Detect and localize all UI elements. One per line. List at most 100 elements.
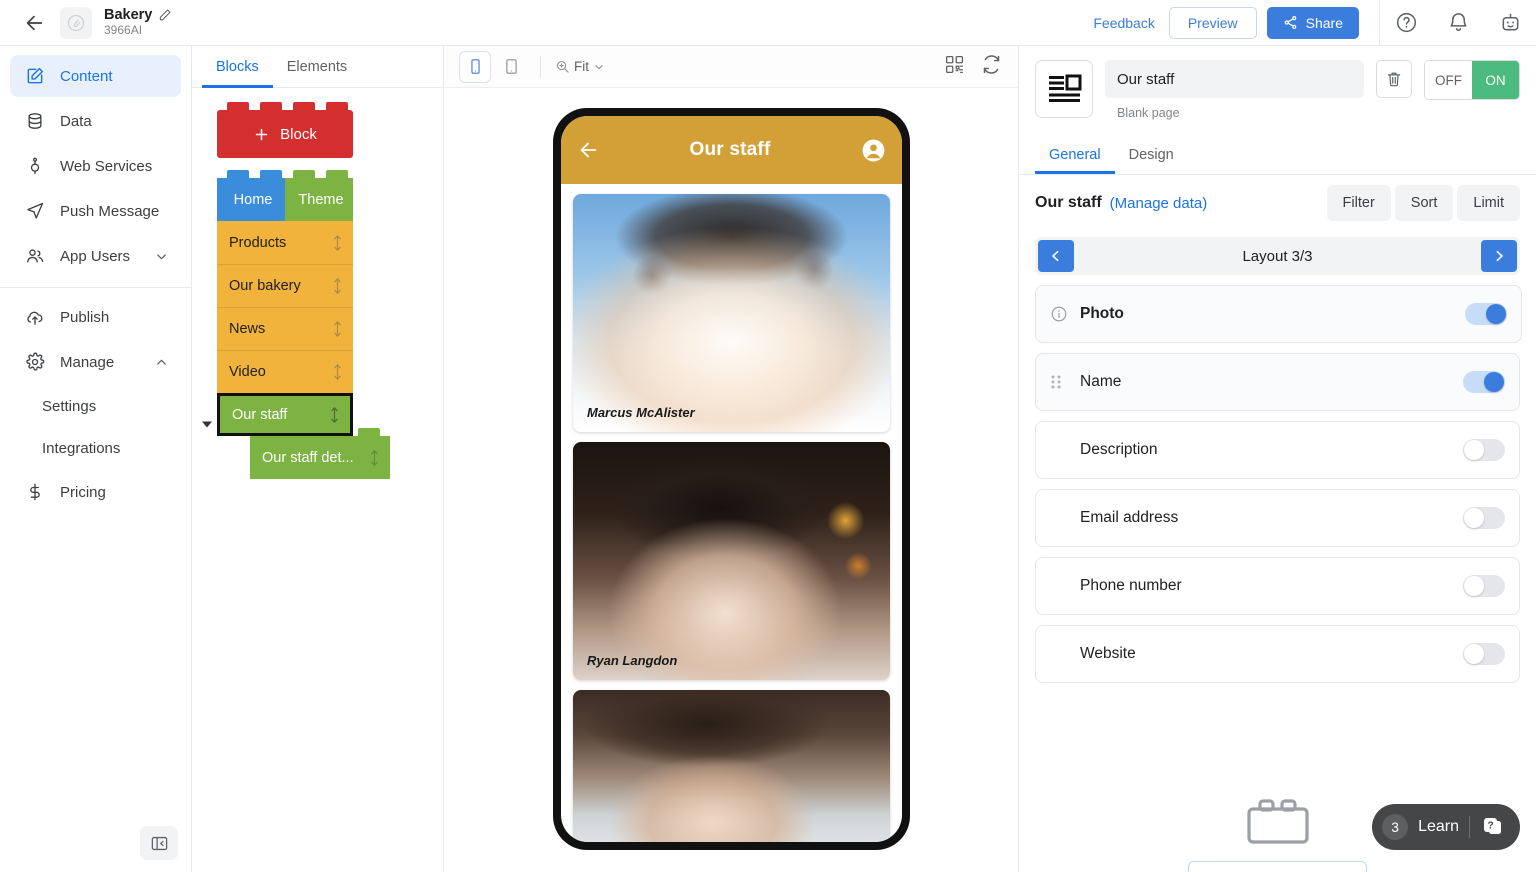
expand-marker-icon[interactable] <box>201 417 213 435</box>
field-toggle-website[interactable] <box>1463 643 1505 665</box>
field-toggle-photo[interactable] <box>1465 303 1507 325</box>
pencil-icon[interactable] <box>158 8 172 22</box>
field-toggle-email-address[interactable] <box>1463 507 1505 529</box>
drag-updown-icon[interactable] <box>329 277 345 295</box>
block-label: Products <box>229 235 329 251</box>
field-row-email-address[interactable]: Email address <box>1035 489 1520 547</box>
sidebar-item-data[interactable]: Data <box>10 100 181 142</box>
block-video[interactable]: Video <box>217 350 353 393</box>
block-news[interactable]: News <box>217 307 353 350</box>
trash-icon <box>1385 70 1403 88</box>
block-our-staff[interactable]: Our staff <box>217 393 353 436</box>
tab-design[interactable]: Design <box>1115 136 1188 174</box>
add-block-label: Block <box>280 126 317 143</box>
block-our-staff-detail[interactable]: Our staff det... <box>250 436 390 479</box>
chevron-down-icon <box>593 61 605 73</box>
qr-code-icon[interactable] <box>944 54 965 80</box>
refresh-icon[interactable] <box>981 54 1002 80</box>
edit-in-elements-mode-button[interactable]: Edit in Elements mode <box>1188 861 1367 872</box>
feedback-link[interactable]: Feedback <box>1079 15 1168 31</box>
layout-label: Layout 3/3 <box>1242 248 1312 265</box>
sidebar-item-manage[interactable]: Manage <box>10 341 181 383</box>
drag-updown-icon[interactable] <box>326 406 342 424</box>
info-icon[interactable] <box>1050 305 1080 323</box>
tablet-portrait-icon[interactable] <box>496 52 526 82</box>
drag-updown-icon[interactable] <box>329 320 345 338</box>
phone-preview-frame: Our staff Marcus McAlister Ryan Lang <box>553 108 910 850</box>
field-row-photo[interactable]: Photo <box>1035 285 1522 343</box>
list-item[interactable] <box>573 690 890 842</box>
layout-prev-button[interactable] <box>1038 240 1074 272</box>
back-arrow-icon[interactable] <box>577 139 599 161</box>
drag-updown-icon[interactable] <box>329 363 345 381</box>
sidebar-item-push-message[interactable]: Push Message <box>10 190 181 232</box>
sidebar-item-integrations[interactable]: Integrations <box>10 428 181 468</box>
page-name-col: Blank page <box>1105 60 1364 120</box>
block-tree: Block Home Theme <box>192 110 443 479</box>
field-toggle-description[interactable] <box>1463 439 1505 461</box>
add-block-button[interactable]: Block <box>217 110 353 158</box>
delete-page-button[interactable] <box>1376 60 1412 98</box>
sidebar-item-label: Web Services <box>60 158 152 175</box>
learn-widget[interactable]: 3 Learn ? <box>1372 804 1520 850</box>
chevron-up-icon[interactable] <box>154 355 169 370</box>
phone-portrait-icon[interactable] <box>460 52 490 82</box>
drag-updown-icon[interactable] <box>329 234 345 252</box>
field-toggle-name[interactable] <box>1463 371 1505 393</box>
sidebar-item-label: App Users <box>60 248 130 265</box>
sidebar-item-publish[interactable]: Publish <box>10 296 181 338</box>
block-home[interactable]: Home <box>217 178 285 221</box>
sidebar-item-content[interactable]: Content <box>10 55 181 97</box>
drag-dots-icon[interactable] <box>1050 373 1080 391</box>
page-enable-toggle[interactable]: OFF ON <box>1424 60 1520 100</box>
chevron-left-icon <box>1048 248 1064 264</box>
back-button[interactable] <box>12 0 56 46</box>
sidebar-item-app-users[interactable]: App Users <box>10 235 181 277</box>
tab-elements[interactable]: Elements <box>273 46 361 88</box>
field-row-phone-number[interactable]: Phone number <box>1035 557 1520 615</box>
list-item[interactable]: Marcus McAlister <box>573 194 890 432</box>
sort-button[interactable]: Sort <box>1395 185 1454 221</box>
field-label: Website <box>1080 645 1136 663</box>
toggle-off-option[interactable]: OFF <box>1425 61 1472 99</box>
account-circle-icon[interactable] <box>861 138 886 163</box>
send-icon <box>24 201 46 221</box>
layout-next-button[interactable] <box>1481 240 1517 272</box>
field-row-name[interactable]: Name <box>1035 353 1520 411</box>
sidebar-item-pricing[interactable]: Pricing <box>10 471 181 513</box>
app-id: 3966AI <box>104 24 172 38</box>
sidebar-item-label: Publish <box>60 309 109 326</box>
sidebar-item-web-services[interactable]: Web Services <box>10 145 181 187</box>
preview-button[interactable]: Preview <box>1169 7 1257 39</box>
block-label: Our staff det... <box>262 450 366 466</box>
manage-data-link[interactable]: (Manage data) <box>1110 195 1208 212</box>
sidebar-item-settings[interactable]: Settings <box>10 386 181 426</box>
block-our-bakery[interactable]: Our bakery <box>217 264 353 307</box>
svg-text:?: ? <box>1487 821 1493 832</box>
tab-blocks[interactable]: Blocks <box>202 46 273 88</box>
tab-general[interactable]: General <box>1035 136 1115 174</box>
field-label: Name <box>1080 373 1121 391</box>
share-button[interactable]: Share <box>1267 7 1359 39</box>
phone-screen: Our staff Marcus McAlister Ryan Lang <box>561 116 902 842</box>
block-products[interactable]: Products <box>217 221 353 264</box>
block-theme[interactable]: Theme <box>285 178 353 221</box>
field-row-description[interactable]: Description <box>1035 421 1520 479</box>
filter-button[interactable]: Filter <box>1327 185 1391 221</box>
zoom-fit-control[interactable]: Fit <box>555 59 605 74</box>
field-row-website[interactable]: Website <box>1035 625 1520 683</box>
help-circle-icon[interactable] <box>1380 0 1432 46</box>
drag-updown-icon[interactable] <box>366 449 382 467</box>
panel-collapse-icon[interactable] <box>140 826 178 860</box>
page-name-input[interactable] <box>1105 60 1364 98</box>
limit-button[interactable]: Limit <box>1457 185 1520 221</box>
divider <box>0 287 191 288</box>
list-item[interactable]: Ryan Langdon <box>573 442 890 680</box>
chevron-down-icon[interactable] <box>154 249 169 264</box>
toggle-on-option[interactable]: ON <box>1472 61 1519 99</box>
bell-icon[interactable] <box>1432 0 1484 46</box>
field-toggle-phone-number[interactable] <box>1463 575 1505 597</box>
field-label: Email address <box>1080 509 1178 527</box>
help-cards-icon[interactable]: ? <box>1480 814 1506 840</box>
robot-icon[interactable] <box>1484 0 1536 46</box>
